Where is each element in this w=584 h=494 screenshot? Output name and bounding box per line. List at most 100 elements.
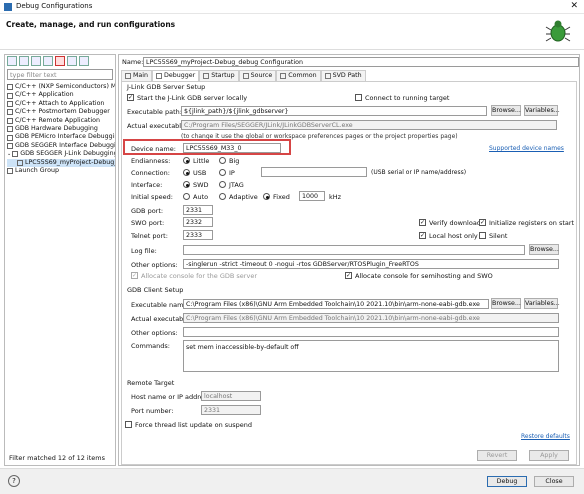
variables-button[interactable]: Variables... bbox=[524, 105, 560, 116]
tree-item[interactable]: C/C++ Postmortem Debugger bbox=[7, 108, 115, 116]
tab-source[interactable]: Source bbox=[238, 70, 277, 81]
tree-item[interactable]: ⌄ GDB SEGGER J-Link Debugging bbox=[7, 150, 115, 158]
tree-item[interactable]: GDB PEMicro Interface Debuggin bbox=[7, 133, 115, 141]
duplicate-icon[interactable] bbox=[43, 56, 53, 66]
client-actual-field: C:\Program Files (x86)\GNU Arm Embedded … bbox=[183, 313, 559, 323]
revert-button[interactable]: Revert bbox=[477, 450, 517, 461]
new-config-icon[interactable] bbox=[7, 56, 17, 66]
commands-field[interactable]: set mem inaccessible-by-default off bbox=[183, 340, 559, 372]
alloc-gdb-console-checkbox[interactable] bbox=[131, 272, 138, 279]
log-file-field[interactable] bbox=[183, 245, 525, 255]
export-icon[interactable] bbox=[31, 56, 41, 66]
apply-button[interactable]: Apply bbox=[529, 450, 569, 461]
filter-input[interactable]: type filter text bbox=[7, 69, 113, 80]
chevron-down-icon[interactable]: ⌄ bbox=[7, 150, 11, 158]
config-tree-panel: type filter text C/C++ (NXP Semiconducto… bbox=[4, 54, 116, 466]
connect-running-checkbox[interactable] bbox=[355, 94, 362, 101]
supported-devices-link[interactable]: Supported device names bbox=[489, 145, 564, 152]
gdb-port-field[interactable]: 2331 bbox=[183, 205, 213, 215]
config-type-icon bbox=[7, 92, 13, 99]
tab-debugger[interactable]: Debugger bbox=[152, 70, 200, 81]
dialog-header: Create, manage, and run configurations bbox=[0, 14, 584, 50]
swd-radio[interactable] bbox=[183, 181, 190, 188]
verify-downloads-checkbox[interactable] bbox=[419, 219, 426, 226]
filter-icon[interactable] bbox=[79, 56, 89, 66]
gdb-port-label: GDB port: bbox=[131, 207, 164, 215]
tree-item[interactable]: GDB Hardware Debugging bbox=[7, 125, 115, 133]
jtag-radio[interactable] bbox=[219, 181, 226, 188]
common-tab-icon bbox=[280, 73, 287, 79]
host-field[interactable]: localhost bbox=[201, 391, 261, 401]
port-field[interactable]: 2331 bbox=[201, 405, 261, 415]
swd-label: SWD bbox=[193, 181, 209, 189]
telnet-port-label: Telnet port: bbox=[131, 232, 168, 240]
auto-speed-label: Auto bbox=[193, 193, 209, 201]
swo-port-field[interactable]: 2332 bbox=[183, 217, 213, 227]
speed-field[interactable]: 1000 bbox=[299, 191, 325, 201]
telnet-port-field[interactable]: 2333 bbox=[183, 230, 213, 240]
auto-speed-radio[interactable] bbox=[183, 193, 190, 200]
collapse-all-icon[interactable] bbox=[67, 56, 77, 66]
start-locally-label: Start the J-Link GDB server locally bbox=[137, 94, 248, 102]
log-browse-button[interactable]: Browse... bbox=[529, 244, 559, 255]
fixed-speed-radio[interactable] bbox=[263, 193, 270, 200]
config-type-icon bbox=[7, 126, 13, 133]
name-label: Name: bbox=[122, 58, 144, 66]
client-other-label: Other options: bbox=[131, 329, 178, 337]
config-type-icon bbox=[7, 100, 13, 107]
tree-item[interactable]: GDB SEGGER Interface Debuggin bbox=[7, 142, 115, 150]
exec-path-field[interactable]: ${jlink_path}/${jlink_gdbserver} bbox=[181, 106, 487, 116]
restore-defaults-link[interactable]: Restore defaults bbox=[521, 433, 570, 440]
little-endian-radio[interactable] bbox=[183, 157, 190, 164]
other-options-field[interactable]: -singlerun -strict -timeout 0 -nogui -rt… bbox=[183, 259, 559, 269]
ip-radio[interactable] bbox=[219, 169, 226, 176]
commands-label: Commands: bbox=[131, 342, 170, 350]
init-registers-checkbox[interactable] bbox=[479, 219, 486, 226]
force-thread-label: Force thread list update on suspend bbox=[135, 421, 253, 429]
dialog-heading: Create, manage, and run configurations bbox=[6, 20, 176, 29]
client-browse-button[interactable]: Browse... bbox=[491, 298, 521, 309]
browse-button[interactable]: Browse... bbox=[491, 105, 521, 116]
client-exec-field[interactable]: C:\Program Files (x86)\GNU Arm Embedded … bbox=[183, 299, 489, 309]
usb-radio[interactable] bbox=[183, 169, 190, 176]
debug-button[interactable]: Debug bbox=[487, 476, 527, 487]
fixed-speed-label: Fixed bbox=[273, 193, 290, 201]
tab-common[interactable]: Common bbox=[276, 70, 321, 81]
close-button[interactable]: Close bbox=[534, 476, 574, 487]
tree-item-selected[interactable]: LPC55S69_myProject-Debug_ bbox=[7, 158, 115, 167]
tree-item[interactable]: Launch Group bbox=[7, 167, 115, 175]
tree-item[interactable]: C/C++ (NXP Semiconductors) M bbox=[7, 83, 115, 91]
tree-item[interactable]: C/C++ Attach to Application bbox=[7, 100, 115, 108]
silent-label: Silent bbox=[489, 232, 508, 240]
start-locally-checkbox[interactable] bbox=[127, 94, 134, 101]
tab-svd-path[interactable]: SVD Path bbox=[320, 70, 366, 81]
swo-port-label: SWO port: bbox=[131, 219, 165, 227]
actual-exec-field: C:/Program Files/SEGGER/JLink/JLinkGDBSe… bbox=[181, 120, 557, 130]
adaptive-speed-radio[interactable] bbox=[219, 193, 226, 200]
config-type-icon bbox=[7, 109, 13, 116]
local-host-checkbox[interactable] bbox=[419, 232, 426, 239]
silent-checkbox[interactable] bbox=[479, 232, 486, 239]
main-tab-icon bbox=[125, 73, 131, 79]
tree-item[interactable]: C/C++ Application bbox=[7, 91, 115, 99]
endianness-label: Endianness: bbox=[131, 157, 171, 165]
new-prototype-icon[interactable] bbox=[19, 56, 29, 66]
connection-label: Connection: bbox=[131, 169, 170, 177]
tab-main[interactable]: Main bbox=[121, 70, 153, 81]
client-other-field[interactable] bbox=[183, 327, 559, 337]
name-field[interactable]: LPC55S69_myProject-Debug_debug Configura… bbox=[143, 57, 579, 67]
config-editor-panel: Name: LPC55S69_myProject-Debug_debug Con… bbox=[118, 54, 580, 466]
tree-item[interactable]: C/C++ Remote Application bbox=[7, 117, 115, 125]
force-thread-checkbox[interactable] bbox=[125, 421, 132, 428]
client-variables-button[interactable]: Variables... bbox=[524, 298, 560, 309]
config-tabs: Main Debugger Startup Source Common SVD … bbox=[121, 70, 366, 81]
jtag-label: JTAG bbox=[229, 181, 244, 189]
close-icon[interactable]: ✕ bbox=[570, 1, 578, 11]
delete-icon[interactable] bbox=[55, 56, 65, 66]
usb-serial-field[interactable] bbox=[261, 167, 367, 177]
alloc-semihosting-checkbox[interactable] bbox=[345, 272, 352, 279]
client-group-title: GDB Client Setup bbox=[127, 286, 187, 294]
big-endian-radio[interactable] bbox=[219, 157, 226, 164]
help-icon[interactable]: ? bbox=[8, 475, 20, 487]
tab-startup[interactable]: Startup bbox=[199, 70, 239, 81]
